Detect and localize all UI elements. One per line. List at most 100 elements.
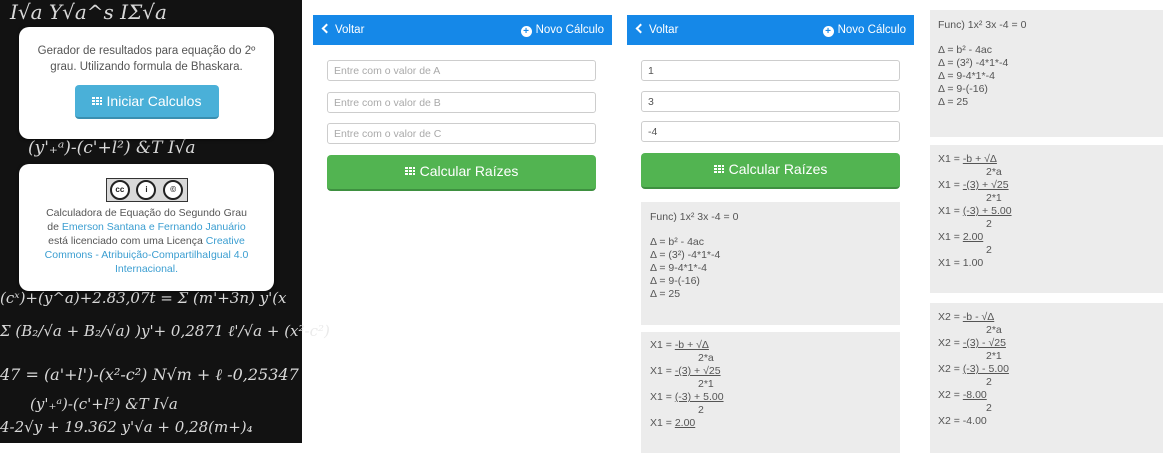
grid-icon bbox=[404, 167, 415, 176]
start-button-label: Iniciar Calculos bbox=[106, 93, 202, 109]
x2-final: X2 = -4.00 bbox=[938, 415, 987, 427]
x1-final: X1 = 1.00 bbox=[938, 257, 984, 269]
x2-label: X2 = bbox=[938, 389, 963, 401]
x2-denominator: 2 bbox=[986, 402, 992, 414]
license-line3: está licenciado com uma Licença bbox=[48, 235, 206, 247]
start-calculations-button[interactable]: Iniciar Calculos bbox=[74, 85, 219, 119]
license-link-part1[interactable]: Creative bbox=[206, 235, 245, 247]
x2-denominator: 2*1 bbox=[986, 350, 1002, 362]
x1-denominator: 2*1 bbox=[986, 192, 1002, 204]
x1-label: X1 = bbox=[938, 179, 963, 191]
x2-numerator: -8.00 bbox=[962, 389, 987, 401]
attribution-icon: i bbox=[136, 180, 157, 200]
new-calc-label: Novo Cálculo bbox=[535, 24, 604, 36]
plus-circle-icon: + bbox=[822, 26, 834, 37]
x1-denominator: 2 bbox=[986, 244, 992, 256]
x1-result-box: X1 = -b + √Δ 2*a X1 = -(3) + √25 2*1 X1 … bbox=[641, 332, 900, 453]
calculate-roots-button[interactable]: Calcular Raízes bbox=[641, 153, 900, 189]
top-bar: Voltar + Novo Cálculo bbox=[313, 15, 612, 45]
license-line1: Calculadora de Equação do Segundo Grau bbox=[46, 207, 247, 219]
grid-icon bbox=[713, 165, 724, 174]
plus-circle-icon: + bbox=[520, 26, 532, 37]
delta-line: Δ = 9-4*1*-4 bbox=[938, 70, 995, 82]
x1-numerator: 2.00 bbox=[962, 231, 984, 243]
x2-result-box: X2 = -b - √Δ 2*a X2 = -(3) - √25 2*1 X2 … bbox=[930, 303, 1163, 453]
back-label: Voltar bbox=[649, 24, 679, 36]
coefficient-a-input[interactable] bbox=[641, 60, 900, 81]
back-button[interactable]: Voltar bbox=[635, 23, 679, 36]
chalk-formula-7: 4-2√y + 19.362 y'√a + 0,28(m+)₄ bbox=[0, 418, 253, 436]
authors-link[interactable]: Emerson Santana e Fernando Januário bbox=[62, 221, 246, 233]
new-calculation-button[interactable]: + Novo Cálculo bbox=[822, 24, 906, 37]
x1-numerator: -b + √Δ bbox=[674, 339, 709, 351]
chalk-formula-4: Σ (B₂/√a + B₂/√a) )y'+ 0,2871 ℓ'/√a + (x… bbox=[0, 322, 330, 340]
back-button[interactable]: Voltar bbox=[321, 23, 365, 36]
x2-label: X2 = bbox=[938, 337, 963, 349]
calc-button-label: Calcular Raízes bbox=[419, 163, 519, 179]
license-card: cc i © Calculadora de Equação do Segundo… bbox=[19, 164, 274, 291]
new-calc-label: Novo Cálculo bbox=[837, 24, 906, 36]
x1-result-box: X1 = -b + √Δ 2*a X1 = -(3) + √25 2*1 X1 … bbox=[930, 145, 1163, 293]
cc-icon: cc bbox=[109, 180, 130, 200]
license-text: Calculadora de Equação do Segundo Grau d… bbox=[29, 206, 264, 276]
x1-denominator: 2*a bbox=[986, 166, 1002, 178]
equation-line: Func) 1x² 3x -4 = 0 bbox=[650, 211, 739, 223]
chalk-formula-6: (y'₊ᵃ)-(c'+l²) &T I√a bbox=[30, 395, 178, 413]
x1-numerator: 2.00 bbox=[674, 417, 696, 429]
license-link-part3[interactable]: Internacional. bbox=[115, 263, 178, 275]
top-bar: Voltar + Novo Cálculo bbox=[627, 15, 914, 45]
x1-label: X1 = bbox=[650, 339, 675, 351]
chalk-formula-2: (y'₊ᵃ)-(c'+l²) &T I√a bbox=[28, 138, 196, 158]
x1-denominator: 2 bbox=[698, 404, 704, 416]
delta-line: Δ = b² - 4ac bbox=[938, 44, 992, 56]
x2-numerator: -b - √Δ bbox=[962, 311, 995, 323]
coefficient-a-input[interactable] bbox=[327, 60, 596, 81]
coefficient-b-input[interactable] bbox=[641, 91, 900, 112]
chevron-left-icon bbox=[321, 23, 332, 34]
delta-result-box: Func) 1x² 3x -4 = 0 Δ = b² - 4ac Δ = (3²… bbox=[641, 202, 900, 325]
delta-result-box: Func) 1x² 3x -4 = 0 Δ = b² - 4ac Δ = (3²… bbox=[930, 10, 1163, 137]
delta-line: Δ = 9-4*1*-4 bbox=[650, 262, 707, 274]
equation-line: Func) 1x² 3x -4 = 0 bbox=[938, 19, 1027, 31]
x1-denominator: 2 bbox=[986, 218, 992, 230]
calculate-roots-button[interactable]: Calcular Raízes bbox=[327, 155, 596, 191]
coefficient-c-input[interactable] bbox=[327, 123, 596, 144]
delta-line: Δ = 9-(-16) bbox=[938, 83, 988, 95]
x1-denominator: 2*1 bbox=[698, 378, 714, 390]
x1-numerator: -b + √Δ bbox=[962, 153, 997, 165]
coefficient-b-input[interactable] bbox=[327, 92, 596, 113]
sharealike-icon: © bbox=[163, 180, 184, 200]
delta-line: Δ = 25 bbox=[650, 288, 681, 300]
intro-card: Gerador de resultados para equação do 2º… bbox=[19, 27, 274, 139]
x1-denominator: 2*a bbox=[698, 352, 714, 364]
license-line2-prefix: de bbox=[47, 221, 62, 233]
intro-screen: I√a Y√a^s IΣ√a (y'₊ᵃ)-(c'+l²) &T I√a (cˣ… bbox=[0, 0, 330, 443]
delta-line: Δ = b² - 4ac bbox=[650, 236, 704, 248]
x1-label: X1 = bbox=[938, 231, 963, 243]
delta-line: Δ = (3²) -4*1*-4 bbox=[650, 249, 721, 261]
x1-numerator: -(3) + √25 bbox=[674, 365, 721, 377]
x2-denominator: 2 bbox=[986, 376, 992, 388]
back-label: Voltar bbox=[335, 24, 365, 36]
x1-numerator: (-3) + 5.00 bbox=[962, 205, 1012, 217]
x1-label: X1 = bbox=[650, 417, 675, 429]
creative-commons-badge[interactable]: cc i © bbox=[105, 178, 188, 202]
x2-numerator: (-3) - 5.00 bbox=[962, 363, 1009, 375]
new-calculation-button[interactable]: + Novo Cálculo bbox=[520, 24, 604, 37]
chalk-formula-3: (cˣ)+(y^a)+2.83,07t = Σ (m'+3n) y'(x bbox=[0, 289, 287, 307]
chalk-formula-5: 47 = (a'+l')-(x²-c²) N√m + ℓ -0,25347 bbox=[0, 365, 299, 384]
coefficient-c-input[interactable] bbox=[641, 121, 900, 142]
x1-label: X1 = bbox=[650, 365, 675, 377]
license-link-part2[interactable]: Commons - Atribuição-CompartilhaIgual 4.… bbox=[45, 249, 249, 261]
chevron-left-icon bbox=[635, 23, 646, 34]
grid-icon bbox=[91, 97, 102, 106]
delta-line: Δ = 25 bbox=[938, 96, 969, 108]
calc-button-label: Calcular Raízes bbox=[728, 161, 828, 177]
x1-label: X1 = bbox=[938, 153, 963, 165]
x1-numerator: -(3) + √25 bbox=[962, 179, 1009, 191]
x1-label: X1 = bbox=[650, 391, 675, 403]
chalk-formula-1: I√a Y√a^s IΣ√a bbox=[10, 0, 167, 24]
x2-numerator: -(3) - √25 bbox=[962, 337, 1006, 349]
x1-label: X1 = bbox=[938, 205, 963, 217]
x2-label: X2 = bbox=[938, 311, 963, 323]
